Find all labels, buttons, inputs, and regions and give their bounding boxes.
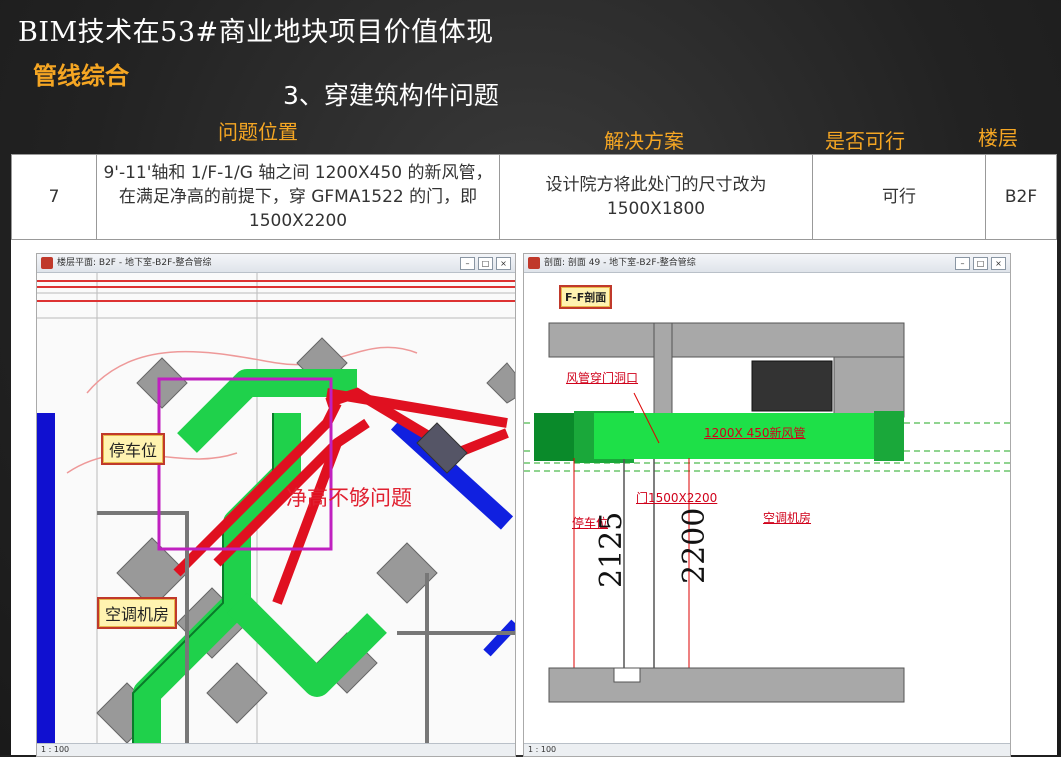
close-button[interactable]: × xyxy=(496,257,511,270)
row-location: 9'-11'轴和 1/F-1/G 轴之间 1200X450 的新风管，在满足净高… xyxy=(96,154,500,240)
plan-window-title: 楼层平面: B2F - 地下室-B2F-整合管综 xyxy=(57,258,212,268)
dim-2125: 2125 xyxy=(594,511,629,588)
plan-view-window[interactable]: 楼层平面: B2F - 地下室-B2F-整合管综 – □ × 1: 100 xyxy=(36,253,516,757)
section-view-window[interactable]: 剖面: 剖面 49 - 地下室-B2F-整合管综 – □ × 1: 100 xyxy=(523,253,1011,757)
parking-tag: 停车位 xyxy=(101,433,166,465)
plan-drawing[interactable] xyxy=(37,273,515,745)
maximize-button[interactable]: □ xyxy=(478,257,493,270)
col-header-solution: 解决方案 xyxy=(604,129,684,153)
close-button[interactable]: × xyxy=(991,257,1006,270)
revit-icon xyxy=(528,257,540,269)
plan-window-status: 1 : 100 xyxy=(37,743,515,756)
minimize-button[interactable]: – xyxy=(955,257,970,270)
section-window-title: 剖面: 剖面 49 - 地下室-B2F-整合管综 xyxy=(544,258,696,268)
ac-room-tag: 空调机房 xyxy=(97,597,178,629)
minimize-button[interactable]: – xyxy=(460,257,475,270)
col-header-floor: 楼层 xyxy=(978,126,1018,150)
section-heading: 3、穿建筑构件问题 xyxy=(283,81,499,110)
row-feasible: 可行 xyxy=(812,154,986,240)
ac-room-label: 空调机房 xyxy=(763,511,812,525)
section-tag: F-F剖面 xyxy=(559,285,613,309)
row-index: 7 xyxy=(11,154,97,240)
maximize-button[interactable]: □ xyxy=(973,257,988,270)
duct-opening-label: 风管穿门洞口 xyxy=(566,371,639,385)
door-label: 门1500X2200 xyxy=(636,491,718,505)
revit-icon xyxy=(41,257,53,269)
col-header-feasible: 是否可行 xyxy=(825,129,905,153)
dim-2200: 2200 xyxy=(677,507,712,584)
col-header-location: 问题位置 xyxy=(218,120,298,144)
slide-subtitle: 管线综合 xyxy=(33,62,129,90)
plan-window-titlebar[interactable]: 楼层平面: B2F - 地下室-B2F-整合管综 – □ × xyxy=(37,254,515,273)
row-floor: B2F xyxy=(985,154,1057,240)
table-row: 7 9'-11'轴和 1/F-1/G 轴之间 1200X450 的新风管，在满足… xyxy=(11,154,1057,240)
section-window-titlebar[interactable]: 剖面: 剖面 49 - 地下室-B2F-整合管综 – □ × xyxy=(524,254,1010,273)
slide-title: BIM技术在53#商业地块项目价值体现 xyxy=(18,17,494,48)
issue-table: 7 9'-11'轴和 1/F-1/G 轴之间 1200X450 的新风管，在满足… xyxy=(11,154,1057,240)
duct-label: 1200X 450新风管 xyxy=(704,426,806,440)
row-solution: 设计院方将此处门的尺寸改为 1500X1800 xyxy=(499,154,813,240)
section-window-status: 1 : 100 xyxy=(524,743,1010,756)
problem-label: 净高不够问题 xyxy=(286,486,412,510)
